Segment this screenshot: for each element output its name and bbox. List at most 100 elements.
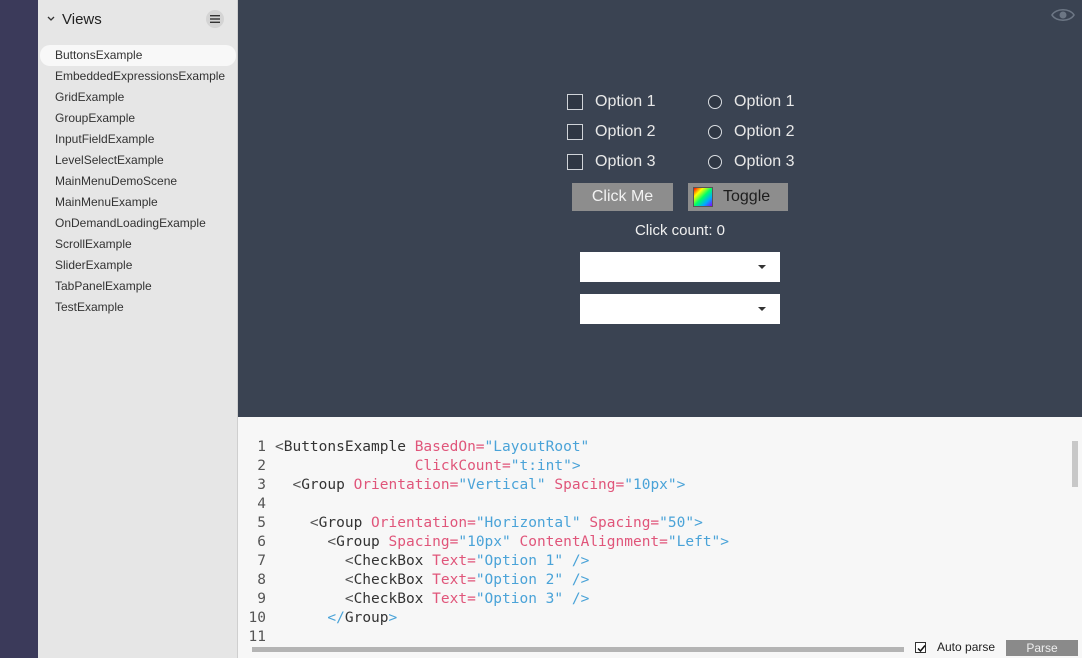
code-token: "Option 3" [475,591,564,607]
code-line[interactable]: 7 <CheckBox Text="Option 1" /> [238,552,589,571]
code-token: = [475,439,485,455]
vertical-scrollbar[interactable] [1072,441,1078,487]
dropdown-2[interactable] [580,294,780,324]
views-list: ButtonsExample EmbeddedExpressionsExample… [38,45,238,318]
radio-option-2[interactable]: Option 2 [708,122,794,142]
code-token: "Vertical" [458,477,546,493]
code-line[interactable]: 6 <Group Spacing = "10px" ContentAlignment… [238,533,729,552]
code-line[interactable]: 1 <ButtonsExample BasedOn="LayoutRoot" [238,438,589,457]
checkbox-option-1[interactable]: Option 1 [567,92,655,112]
radio-circle[interactable] [708,155,722,169]
code-token: < [327,534,337,550]
code-token: = [615,477,625,493]
line-number: 1 [257,439,266,455]
code-token: /> [571,572,590,588]
code-text: ClickCount="t:int"> [275,457,581,476]
code-text: <CheckBox Text="Option 2" /> [275,571,589,590]
code-token: BasedOn [414,439,476,455]
radio-circle[interactable] [708,95,722,109]
horizontal-scrollbar[interactable] [252,647,904,652]
click-me-button[interactable]: Click Me [572,183,673,211]
radio-option-3[interactable]: Option 3 [708,152,794,172]
line-number: 11 [248,629,266,645]
code-token: < [275,439,284,455]
code-token: "Option 1" [475,553,564,569]
color-swatch-icon [693,187,713,207]
code-token: Text [432,591,468,607]
hamburger-menu-icon[interactable] [206,10,224,28]
auto-parse-checkbox[interactable] [915,642,926,653]
parse-button[interactable]: Parse [1006,640,1078,656]
radio-circle[interactable] [708,125,722,139]
code-token: > [571,458,581,474]
code-line[interactable]: 4 [238,495,266,514]
checkbox-label: Option 3 [595,153,656,170]
code-text: <Group Spacing="10px" ContentAlignment="… [275,533,729,552]
code-token: Orientation [353,477,450,493]
sidebar-item[interactable]: ButtonsExample [40,45,236,66]
code-token: /> [571,591,590,607]
sidebar-item[interactable]: ScrollExample [38,234,238,255]
sidebar-item[interactable]: SliderExample [38,255,238,276]
checkbox-option-2[interactable]: Option 2 [567,122,655,142]
sidebar-item[interactable]: InputFieldExample [38,129,238,150]
code-line[interactable]: 9 <CheckBox Text="Option 3" /> [238,590,589,609]
code-line[interactable]: 10 </Group> [238,609,398,628]
toggle-label: Toggle [723,188,771,205]
checkbox-box[interactable] [567,94,583,110]
sidebar-title: Views [62,11,102,28]
checkbox-box[interactable] [567,154,583,170]
sidebar-item[interactable]: GroupExample [38,108,238,129]
eye-icon[interactable] [1051,6,1075,24]
code-token: > [720,534,730,550]
code-token: = [467,515,476,531]
sidebar-item[interactable]: MainMenuDemoScene [38,171,238,192]
code-token: "Horizontal" [475,515,581,531]
code-text: </Group> [275,609,397,628]
preview-panel: Option 1 Option 2 Option 3 Option 1 Opti… [238,0,1082,417]
code-line[interactable]: 5 <Group Orientation="Horizontal" Spacin… [238,514,703,533]
dropdown-1[interactable] [580,252,780,282]
code-line[interactable]: 8 <CheckBox Text="Option 2" /> [238,571,589,590]
views-sidebar: Views ButtonsExample EmbeddedExpressionsE… [38,0,238,658]
checkbox-box[interactable] [567,124,583,140]
sidebar-item[interactable]: OnDemandLoadingExample [38,213,238,234]
code-lines[interactable]: 1 <ButtonsExample BasedOn="LayoutRoot" 2 C… [238,438,730,647]
radio-option-1[interactable]: Option 1 [708,92,794,112]
code-token: Spacing [554,477,616,493]
auto-parse-label: Auto parse [937,640,996,654]
code-token: CheckBox [353,572,424,588]
code-text: <Group Orientation="Horizontal" Spacing=… [275,514,703,533]
sidebar-item[interactable]: LevelSelectExample [38,150,238,171]
code-line[interactable]: 3 <Group Orientation="Vertical" Spacing=… [238,476,685,495]
line-number: 2 [257,458,266,474]
code-line[interactable]: 11 [238,628,266,647]
code-token: ContentAlignment [519,534,660,550]
sidebar-item[interactable]: EmbeddedExpressionsExample [38,66,238,87]
code-token: Text [432,553,468,569]
code-token: CheckBox [353,591,424,607]
code-editor[interactable]: 1 <ButtonsExample BasedOn="LayoutRoot" 2 C… [238,417,1082,658]
checkbox-option-3[interactable]: Option 3 [567,152,655,172]
code-token: Text [432,572,468,588]
line-number: 4 [257,496,266,512]
toggle-button[interactable]: Toggle [688,183,788,211]
sidebar-item[interactable]: TestExample [38,297,238,318]
code-token: Orientation [371,515,468,531]
code-token: > [694,515,703,531]
sidebar-item[interactable]: MainMenuExample [38,192,238,213]
checkbox-label: Option 1 [595,93,656,110]
sidebar-item[interactable]: TabPanelExample [38,276,238,297]
sidebar-item[interactable]: GridExample [38,87,238,108]
code-line[interactable]: 2 ClickCount="t:int"> [238,457,580,476]
code-token: "Option 2" [475,572,564,588]
code-token: > [676,477,686,493]
chevron-down-icon[interactable] [46,14,56,24]
